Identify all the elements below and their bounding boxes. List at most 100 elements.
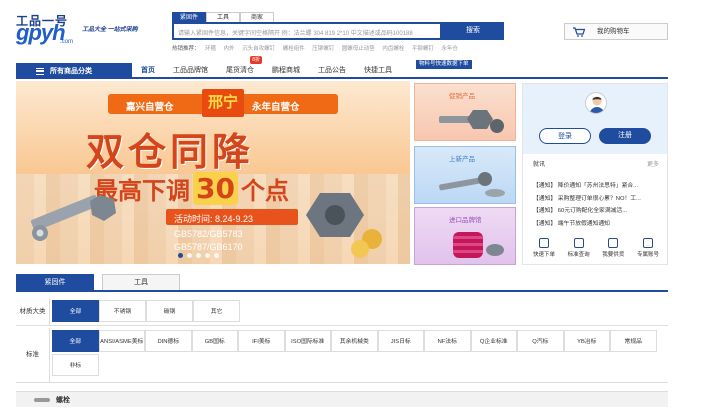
standard-option[interactable]: Q企业标准 (470, 330, 517, 352)
nav-home[interactable]: 首页 (141, 65, 155, 75)
promo-tag[interactable]: 物料号快速数据下单 (416, 60, 472, 69)
supply[interactable]: 我要供货 (598, 238, 628, 258)
bolt-category-label: 螺栓 (56, 396, 70, 404)
bolt-image (439, 110, 504, 133)
panel-label: 上新产品 (449, 156, 475, 163)
material-option[interactable]: 全部 (52, 300, 99, 322)
hot-search-terms: 热销推荐： 环箍 内外 沉头自攻螺钉 螺栓组件 压铆螺钉 圆螺母止动垫 内齿螺栓… (172, 44, 464, 52)
nav-brand-hall[interactable]: 工品品牌馆 (173, 65, 208, 75)
hot-term[interactable]: 内齿螺栓 (382, 46, 404, 52)
quick-label: 我要供货 (602, 252, 625, 258)
carousel-dots (176, 253, 221, 258)
card-icon (642, 238, 653, 248)
carousel-dot[interactable] (178, 253, 183, 258)
discount-badge: 8折 (250, 56, 262, 64)
standard-option[interactable]: GB国标 (191, 330, 238, 352)
material-filter-row: 材质大类 全部 不锈钢 碳钢 其它 (16, 298, 668, 326)
bolt-illustration (30, 194, 116, 241)
hot-term[interactable]: 螺栓组件 (283, 46, 305, 52)
tab-fasteners[interactable]: 紧固件 (16, 274, 94, 290)
category-tabs: 紧固件 工具 (16, 274, 188, 290)
standard-options: 全部 ANSI/ASME美标 DIN德标 GB国标 IFI美标 ISO国际标准 … (50, 328, 662, 382)
carousel-dot[interactable] (196, 253, 201, 258)
avatar (585, 92, 607, 114)
promo-products-panel[interactable]: 促销产品 (414, 83, 516, 141)
standard-option[interactable]: Q汽标 (517, 330, 564, 352)
nav-clearance[interactable]: 尾货清仓 8折 (226, 56, 262, 75)
hot-term[interactable]: 沉头自攻螺钉 (242, 46, 275, 52)
warehouse-left: 嘉兴自营仓 (126, 102, 174, 113)
sub-number: 30 (193, 172, 238, 205)
standard-option[interactable]: DIN德标 (145, 330, 192, 352)
standard-option[interactable]: IFI美标 (238, 330, 285, 352)
exclusive-account[interactable]: 专属账号 (633, 238, 663, 258)
logo[interactable]: gpyh (16, 22, 66, 44)
standard-option[interactable]: 其余机械类 (331, 330, 378, 352)
quick-label: 专属账号 (636, 252, 659, 258)
standard-line: GB5782/GB5783 (174, 229, 243, 239)
standard-line: GB5787/GB6170 (174, 242, 243, 252)
standard-option[interactable]: 常规品 (610, 330, 657, 352)
standard-option[interactable]: ISO国际标准 (284, 330, 331, 352)
nav-quick-tools[interactable]: 快捷工具 (364, 65, 392, 75)
standard-option[interactable]: NF法标 (424, 330, 471, 352)
search-tab-merchants[interactable]: 商家 (240, 12, 274, 22)
banner-headline: 双仓同降 (86, 130, 255, 174)
hot-term[interactable]: 永年仓 (441, 46, 458, 52)
material-option[interactable]: 碳钢 (146, 300, 193, 322)
standard-query[interactable]: 标准查询 (564, 238, 594, 258)
hot-term[interactable]: 内外 (224, 46, 235, 52)
register-button[interactable]: 注册 (599, 128, 651, 144)
search-tab-fasteners[interactable]: 紧固件 (172, 12, 206, 22)
all-categories-button[interactable]: 所有商品分类 (16, 63, 132, 79)
notice-item[interactable]: 【通知】 降价通知「苏州法思特」紧合... (533, 180, 659, 193)
standard-option[interactable]: ANSI/ASME美标 (98, 330, 145, 352)
hot-term[interactable]: 压铆螺钉 (312, 46, 334, 52)
standard-option[interactable]: YB冶标 (563, 330, 610, 352)
search-button[interactable]: 搜索 (442, 22, 504, 40)
material-options: 全部 不锈钢 碳钢 其它 (50, 298, 240, 325)
cart-label: 我的购物车 (597, 28, 630, 35)
cart-button[interactable]: 我的购物车 (564, 23, 668, 40)
new-products-panel[interactable]: 上新产品 (414, 146, 516, 204)
all-categories-label: 所有商品分类 (50, 68, 92, 75)
warehouse-mid: 邢宁 (202, 89, 244, 117)
notice-item[interactable]: 【通知】 端午节放假通知通知 (533, 218, 659, 231)
more-link[interactable]: 更多 (647, 159, 659, 168)
bolt-category-bar[interactable]: 螺栓 (16, 391, 668, 407)
hot-term[interactable]: 圆螺母止动垫 (342, 46, 375, 52)
search-input[interactable]: 请输入紧固件信息，关键字间空格隔开 例：法兰螺 304 819 2*10 中文描… (172, 22, 442, 40)
standard-option[interactable]: 全部 (52, 330, 99, 352)
menu-icon (36, 67, 44, 75)
lightning-icon (539, 238, 549, 248)
hot-term[interactable]: 环箍 (205, 46, 216, 52)
standard-option[interactable]: 非标 (52, 354, 99, 376)
notice-item[interactable]: 【通知】 采购整理订单很心累？NO！工... (533, 193, 659, 206)
screw-image (439, 172, 505, 197)
carousel-dot[interactable] (187, 253, 192, 258)
tab-tools[interactable]: 工具 (102, 274, 180, 290)
search-tab-tools[interactable]: 工具 (206, 12, 240, 22)
material-option[interactable]: 不锈钢 (99, 300, 146, 322)
quick-order[interactable]: 快速下单 (529, 238, 559, 258)
hot-term[interactable]: 平铆螺钉 (412, 46, 434, 52)
nav-mall[interactable]: 鹏程商城 (272, 65, 300, 75)
carousel-dot[interactable] (205, 253, 210, 258)
panel-label: 进口品牌馆 (449, 217, 482, 224)
logo-domain: .com (60, 39, 74, 45)
search-tabs: 紧固件 工具 商家 (172, 12, 274, 22)
material-option[interactable]: 其它 (193, 300, 240, 322)
standard-filter-row: 标准 全部 ANSI/ASME美标 DIN德标 GB国标 IFI美标 ISO国际… (16, 328, 668, 383)
import-brands-panel[interactable]: 进口品牌馆 (414, 207, 516, 265)
standard-option[interactable]: JIS日标 (377, 330, 424, 352)
login-button[interactable]: 登录 (539, 128, 591, 144)
nav-announcements[interactable]: 工品公告 (318, 65, 346, 75)
quick-label: 快速下单 (532, 252, 555, 258)
carousel-dot[interactable] (214, 253, 219, 258)
material-label: 材质大类 (16, 298, 50, 325)
notice-header: 就讯 更多 (533, 159, 659, 168)
quick-label: 标准查询 (567, 252, 590, 258)
promo-banner[interactable]: 嘉兴自营仓 永年自营仓 邢宁 双仓同降 最高下调 30 个点 活动时间: 8.2… (16, 81, 410, 264)
notice-item[interactable]: 【通知】 60元订购配化全家满减活... (533, 205, 659, 218)
sub-post: 个点 (240, 177, 289, 205)
